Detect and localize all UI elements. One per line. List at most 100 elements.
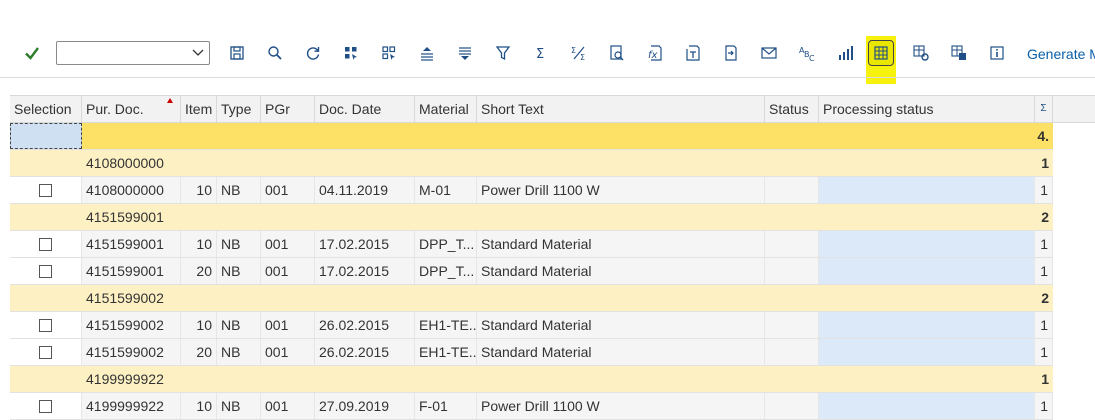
selection-cell[interactable]	[10, 123, 82, 149]
column-header-doc-date[interactable]: Doc. Date	[315, 96, 415, 122]
toolbar-separator	[0, 77, 1095, 78]
cell-count: 1	[1000, 258, 1053, 284]
cell-count: 2	[1041, 290, 1049, 306]
column-header-sum[interactable]: Σ	[1035, 96, 1053, 122]
cell-material: DPP_T...	[415, 258, 477, 284]
subtotals-icon[interactable]: ΣΣ	[566, 40, 592, 66]
column-header-item[interactable]: Item	[181, 96, 217, 122]
chevron-down-icon[interactable]	[191, 45, 205, 59]
cell-status	[765, 312, 819, 338]
selection-cell	[10, 312, 82, 338]
cell-doc: 4151599002	[82, 339, 181, 365]
cell-type: NB	[217, 339, 261, 365]
table-row: 4151599001 20 NB 001 17.02.2015 DPP_T... Stand…	[10, 258, 1053, 285]
application-toolbar: Σ ΣΣ fx ABC Generate M	[0, 28, 1095, 84]
cell-count: 1	[1041, 371, 1049, 387]
sum-icon[interactable]: Σ	[528, 40, 554, 66]
cell-status	[765, 393, 819, 419]
cell-count: 1	[1000, 312, 1053, 338]
generate-button[interactable]: Generate M	[1027, 46, 1095, 62]
refresh-icon[interactable]	[300, 40, 326, 66]
row-checkbox[interactable]	[39, 399, 52, 413]
svg-text:Σ: Σ	[580, 53, 585, 62]
cell-item: 10	[181, 177, 217, 203]
cell-type: NB	[217, 258, 261, 284]
row-checkbox[interactable]	[39, 345, 52, 359]
column-header-short-text[interactable]: Short Text	[477, 96, 765, 122]
cell-count: 1	[1000, 231, 1053, 257]
cell-date: 26.02.2015	[315, 339, 415, 365]
sort-ascending-icon[interactable]	[414, 40, 440, 66]
subtotal-doc: 4151599001	[86, 209, 164, 225]
cell-type: NB	[217, 393, 261, 419]
subtotal-row: 4151599001 2	[10, 204, 1053, 231]
subtotal-row: 4151599002 2	[10, 285, 1053, 312]
cell-doc: 4199999922	[82, 393, 181, 419]
cell-material: DPP_T...	[415, 231, 477, 257]
cell-pgr: 001	[261, 177, 315, 203]
cell-date: 17.02.2015	[315, 258, 415, 284]
grid-header-row: Selection Pur. Doc. Item Type PGr Doc. D…	[10, 96, 1053, 123]
grid-header-spacer	[1053, 95, 1095, 123]
graphic-icon[interactable]	[832, 40, 858, 66]
print-preview-icon[interactable]	[604, 40, 630, 66]
check-icon[interactable]	[20, 40, 44, 66]
svg-text:Σ: Σ	[571, 46, 576, 55]
row-checkbox[interactable]	[39, 237, 52, 251]
selection-cell	[10, 231, 82, 257]
cell-material: EH1-TE...	[415, 312, 477, 338]
selection-cell	[10, 393, 82, 419]
cell-count: 2	[1041, 209, 1049, 225]
sort-descending-icon[interactable]	[452, 40, 478, 66]
cell-type: NB	[217, 312, 261, 338]
sort-indicator-icon	[167, 98, 173, 103]
cell-pgr: 001	[261, 393, 315, 419]
column-header-type[interactable]: Type	[217, 96, 261, 122]
selection-cell	[10, 177, 82, 203]
subtotal-doc: 4108000000	[86, 155, 164, 171]
information-icon[interactable]	[984, 40, 1010, 66]
column-header-status[interactable]: Status	[765, 96, 819, 122]
mail-icon[interactable]	[756, 40, 782, 66]
column-header-material[interactable]: Material	[415, 96, 477, 122]
cell-pgr: 001	[261, 339, 315, 365]
select-all-icon[interactable]	[338, 40, 364, 66]
cell-text: Standard Material	[477, 312, 765, 338]
abc-analysis-icon[interactable]: ABC	[794, 40, 820, 66]
find-icon[interactable]	[262, 40, 288, 66]
deselect-all-icon[interactable]	[376, 40, 402, 66]
change-layout-icon[interactable]	[908, 40, 934, 66]
purchase-document-grid: Selection Pur. Doc. Item Type PGr Doc. D…	[10, 95, 1053, 420]
local-file-icon[interactable]	[718, 40, 744, 66]
cell-material: M-01	[415, 177, 477, 203]
cell-date: 17.02.2015	[315, 231, 415, 257]
cell-material: F-01	[415, 393, 477, 419]
cell-date: 26.02.2015	[315, 312, 415, 338]
row-checkbox[interactable]	[39, 264, 52, 278]
layout-grid-icon[interactable]	[868, 40, 894, 66]
cell-date: 27.09.2019	[315, 393, 415, 419]
select-layout-icon[interactable]	[946, 40, 972, 66]
cell-item: 20	[181, 339, 217, 365]
cell-count: 1	[1000, 339, 1053, 365]
word-processing-icon[interactable]	[680, 40, 706, 66]
filter-icon[interactable]	[490, 40, 516, 66]
cell-count: 1	[1000, 177, 1053, 203]
layout-dropdown[interactable]	[56, 41, 210, 65]
column-header-pgr[interactable]: PGr	[261, 96, 315, 122]
cell-text: Power Drill 1100 W	[477, 177, 765, 203]
excel-icon[interactable]: fx	[642, 40, 668, 66]
cell-text: Power Drill 1100 W	[477, 393, 765, 419]
save-icon[interactable]	[224, 40, 250, 66]
cell-material: EH1-TE...	[415, 339, 477, 365]
cell-pgr: 001	[261, 258, 315, 284]
cell-item: 10	[181, 312, 217, 338]
cell-type: NB	[217, 177, 261, 203]
column-header-processing-status[interactable]: Processing status	[819, 96, 1035, 122]
cell-doc: 4151599002	[82, 312, 181, 338]
row-checkbox[interactable]	[39, 318, 52, 332]
row-checkbox[interactable]	[39, 183, 52, 197]
cell-count: 1	[1041, 155, 1049, 171]
cell-doc: 4151599001	[82, 258, 181, 284]
column-header-selection[interactable]: Selection	[10, 96, 82, 122]
